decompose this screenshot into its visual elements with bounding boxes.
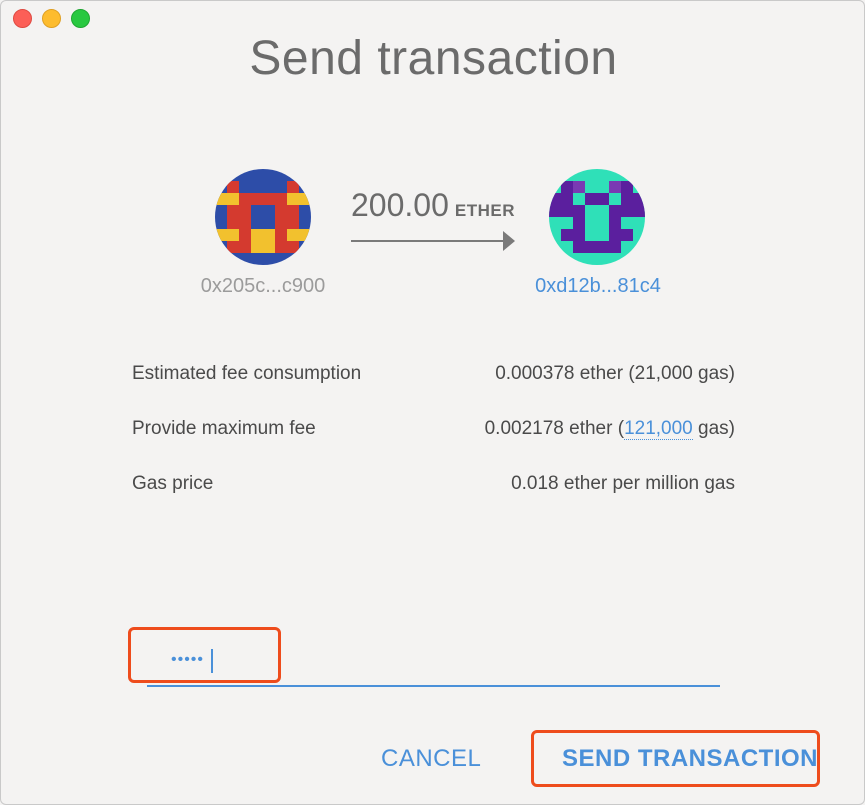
max-fee-gas-input[interactable]: 121,000 [624,418,693,440]
page-title: Send transaction [249,32,618,85]
estimated-fee-value: 0.000378 ether (21,000 gas) [495,363,735,384]
maximize-window-button[interactable] [71,9,90,28]
gas-price-label: Gas price [132,473,214,494]
max-fee-row: Provide maximum fee 0.002178 ether (121,… [132,418,735,444]
minimize-window-button[interactable] [42,9,61,28]
send-button-highlight-box [531,730,820,787]
gas-price-row: Gas price 0.018 ether per million gas [132,473,735,499]
max-fee-ether: 0.002178 ether ( [484,418,625,439]
transfer-amount: 200.00 ETHER [351,187,521,224]
max-fee-gas-suffix: gas) [692,418,735,439]
max-fee-value: 0.002178 ether (121,000 gas) [485,418,735,440]
amount-unit: ETHER [454,201,515,220]
arrow-right-icon [351,231,515,251]
estimated-fee-row: Estimated fee consumption 0.000378 ether… [132,363,735,389]
gas-price-value: 0.018 ether per million gas [511,473,735,494]
cancel-button[interactable]: CANCEL [381,745,481,773]
max-fee-label: Provide maximum fee [132,418,316,439]
window-controls [13,9,90,28]
estimated-fee-label: Estimated fee consumption [132,363,362,384]
send-transaction-window: Send transaction 0x205c...c900 200.00 ETH… [0,0,865,805]
from-address[interactable]: 0x205c...c900 [163,275,363,298]
to-address[interactable]: 0xd12b...81c4 [498,275,698,298]
password-highlight-box [128,627,281,683]
to-account-identicon[interactable] [549,169,645,265]
amount-value: 200.00 [351,187,449,223]
from-account-identicon[interactable] [215,169,311,265]
close-window-button[interactable] [13,9,32,28]
